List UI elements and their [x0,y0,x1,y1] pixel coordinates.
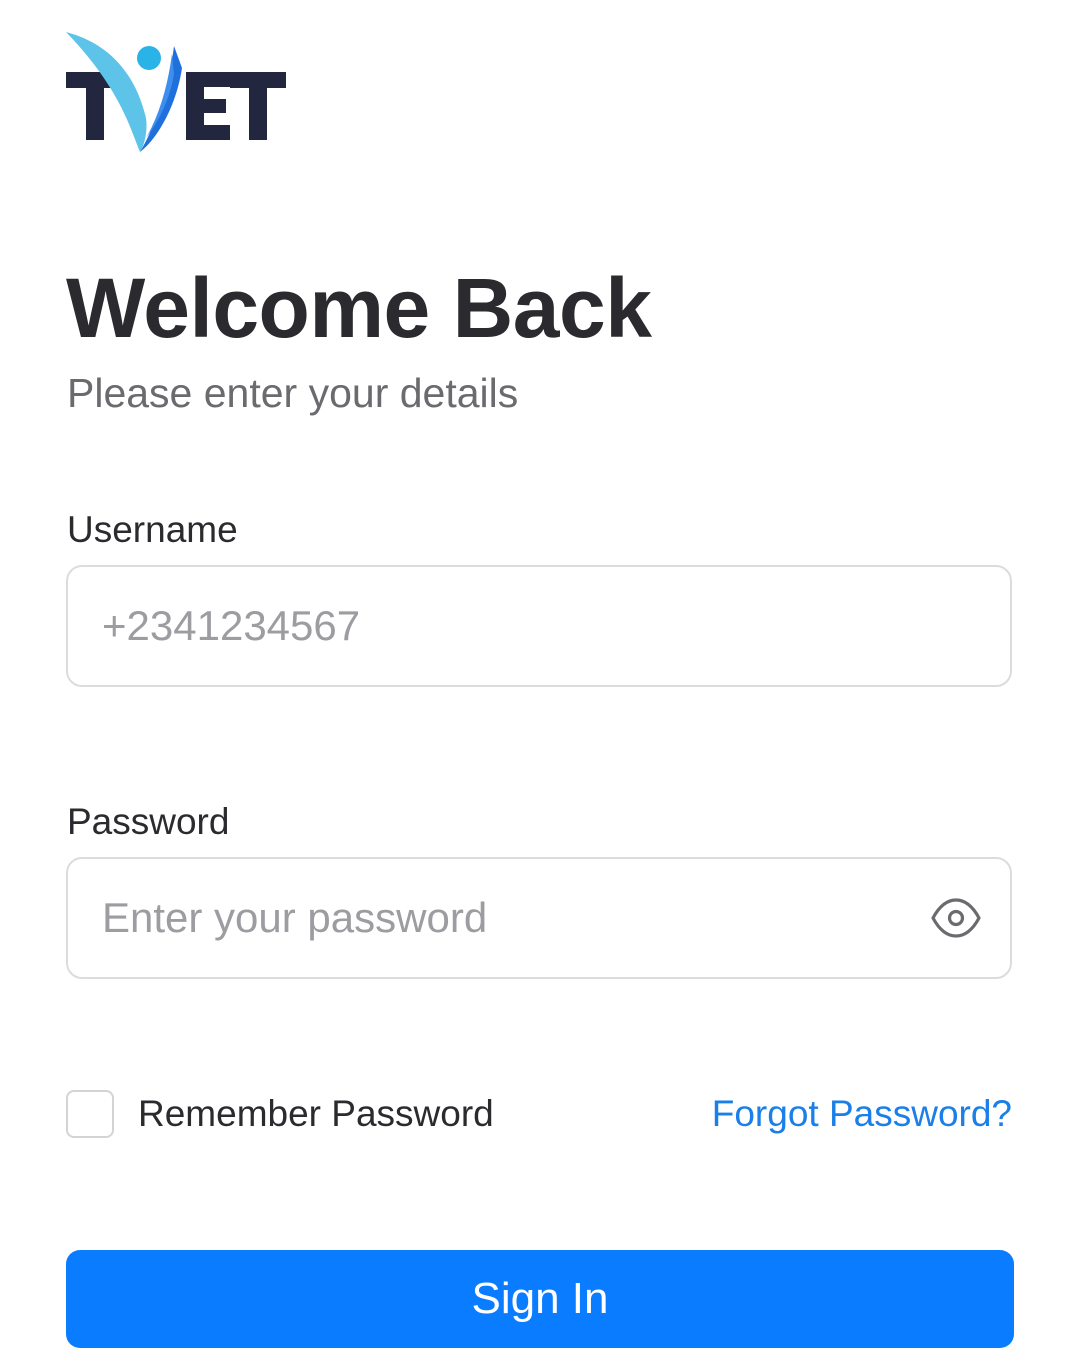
username-field-container [66,565,1012,687]
sign-in-button[interactable]: Sign In [66,1250,1014,1348]
remember-password-checkbox[interactable] [66,1090,114,1138]
remember-password-label: Remember Password [138,1093,494,1134]
username-input[interactable] [102,567,982,685]
brand-logo [64,28,294,158]
tyet-logo-graphic [66,32,286,152]
password-label: Password [67,801,230,842]
password-input[interactable] [102,859,902,977]
page-subtitle: Please enter your details [67,370,519,416]
password-field-container [66,857,1012,979]
forgot-password-link[interactable]: Forgot Password? [712,1092,1012,1136]
eye-icon[interactable] [930,896,982,940]
page-title: Welcome Back [66,261,652,355]
username-label: Username [67,509,238,550]
